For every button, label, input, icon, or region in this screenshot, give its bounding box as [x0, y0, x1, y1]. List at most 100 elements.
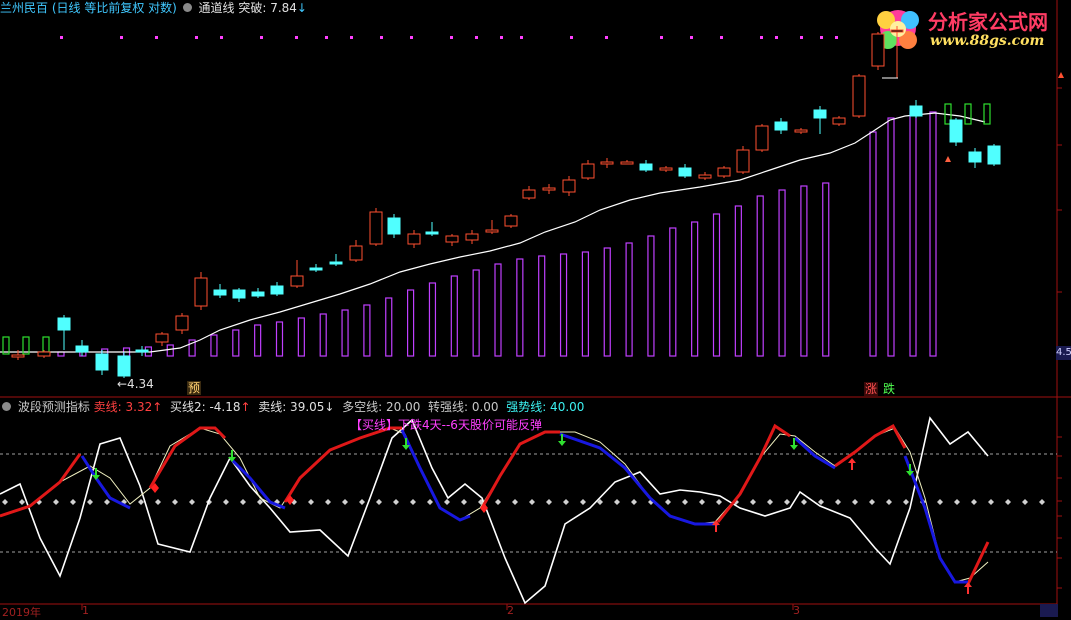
candle-body [504, 215, 518, 227]
mid-line-diamond [801, 499, 807, 505]
buy-line-blue [559, 432, 718, 526]
candle-body [135, 349, 149, 353]
candle-body [95, 353, 109, 371]
smooth-line [0, 427, 989, 583]
sell-arrow-icon [790, 445, 798, 450]
up-arrow-icon [945, 156, 951, 162]
top-marker-dot [220, 36, 223, 39]
sell-line-red [966, 541, 990, 585]
predict-tag: 预 [187, 381, 202, 395]
sell-line-red [283, 426, 402, 503]
candle-body [155, 333, 169, 343]
top-marker-dot [120, 36, 123, 39]
channel-bar [691, 221, 699, 357]
candle-body [485, 229, 499, 233]
mid-line-diamond [767, 499, 773, 505]
top-marker-dot [500, 36, 503, 39]
mid-line-diamond [1039, 499, 1045, 505]
channel-bar [450, 275, 458, 357]
candle-body [349, 245, 363, 261]
mid-line-diamond [53, 499, 59, 505]
candle-body [890, 29, 904, 33]
candle-body [290, 275, 304, 287]
candle-body [117, 355, 131, 377]
candle-body [871, 33, 885, 67]
candle-body [698, 174, 712, 179]
right-axis-price-box: 4.5 [1056, 346, 1071, 360]
channel-bar [254, 324, 262, 357]
mid-line-diamond [172, 499, 178, 505]
candle-body [909, 105, 923, 117]
channel-bar [363, 304, 371, 357]
candle-body [57, 317, 71, 331]
candle-body [270, 285, 284, 295]
fast-white-line [0, 416, 989, 605]
top-marker-dot [690, 36, 693, 39]
signal-body: 下跌4天--6天股价可能反弹 [398, 418, 542, 432]
price-chart[interactable] [0, 0, 1071, 398]
channel-bar [887, 117, 895, 357]
candle-body [194, 277, 208, 307]
mid-line-diamond [138, 499, 144, 505]
top-marker-dot [800, 36, 803, 39]
candle-body [407, 233, 421, 245]
mid-line-diamond [614, 499, 620, 505]
mid-line-diamond [393, 499, 399, 505]
mid-line-diamond [240, 499, 246, 505]
candle-body [600, 161, 614, 165]
candle-body [213, 289, 227, 296]
candle-body [755, 125, 769, 151]
top-marker-dot [410, 36, 413, 39]
buy-arrow-icon [848, 458, 856, 463]
mid-line-diamond [852, 499, 858, 505]
candle-body [620, 161, 634, 165]
candle-body [369, 211, 383, 245]
buy-line-blue [793, 436, 836, 470]
candle-body [987, 145, 1001, 165]
mid-line-diamond [750, 499, 756, 505]
top-marker-dot [775, 36, 778, 39]
rise-tag: 涨 [864, 382, 879, 396]
channel-bar [647, 235, 655, 357]
sell-line-red [834, 423, 907, 468]
date-label-feb: 2 [507, 604, 514, 617]
mid-line-diamond [971, 499, 977, 505]
channel-bar [166, 344, 174, 357]
candle-body [232, 289, 246, 299]
mid-line-diamond [682, 499, 688, 505]
top-marker-dot [260, 36, 263, 39]
top-marker-dot [605, 36, 608, 39]
channel-bar [909, 111, 917, 357]
mid-line-diamond [631, 499, 637, 505]
candle-body [852, 75, 866, 117]
mid-line-diamond [87, 499, 93, 505]
candle-body [659, 167, 673, 171]
top-marker-dot [380, 36, 383, 39]
mid-line-diamond [444, 499, 450, 505]
channel-bar [232, 329, 240, 357]
mid-line-diamond [716, 499, 722, 505]
mid-line-diamond [410, 499, 416, 505]
candle-body [832, 117, 846, 125]
top-marker-dot [450, 36, 453, 39]
sell-arrow-icon [558, 441, 566, 446]
mid-line-diamond [1005, 499, 1011, 505]
mid-line-diamond [19, 499, 25, 505]
mid-line-diamond [308, 499, 314, 505]
top-marker-dot [350, 36, 353, 39]
channel-bar [800, 185, 808, 357]
candle-body [251, 291, 265, 297]
sell-arrow-icon [92, 475, 100, 480]
signal-bar [983, 103, 991, 125]
channel-bar [297, 317, 305, 357]
channel-bar [210, 334, 218, 357]
mid-line-diamond [699, 499, 705, 505]
mid-line-diamond [427, 499, 433, 505]
mid-line-diamond [665, 499, 671, 505]
candle-body [329, 261, 343, 265]
mid-line-diamond [886, 499, 892, 505]
channel-bar [603, 247, 611, 357]
date-label-mar: 3 [793, 604, 800, 617]
top-marker-dot [325, 36, 328, 39]
candle-body [968, 151, 982, 163]
